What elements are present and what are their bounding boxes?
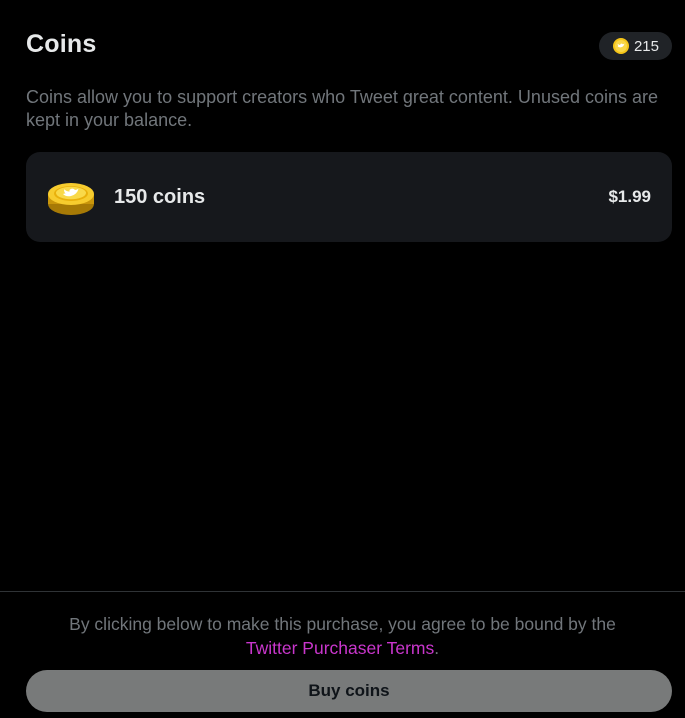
coin-stack-icon (46, 177, 96, 217)
terms-period: . (434, 638, 440, 658)
coin-package-150[interactable]: 150 coins $1.99 (26, 152, 672, 242)
coin-balance-badge: 215 (598, 32, 672, 60)
coins-modal: Coins 215 Coins allow you to support cre… (0, 0, 685, 718)
purchase-terms: By clicking below to make this purchase,… (0, 612, 685, 660)
coin-package-label: 150 coins (114, 185, 206, 208)
buy-coins-button[interactable]: Buy coins (26, 670, 672, 712)
purchase-footer: By clicking below to make this purchase,… (0, 591, 685, 718)
coin-package-price: $1.99 (608, 187, 651, 206)
terms-text: By clicking below to make this purchase,… (69, 614, 616, 634)
page-title: Coins (26, 30, 97, 58)
coins-description: Coins allow you to support creators who … (26, 87, 659, 130)
coin-icon (612, 38, 629, 54)
purchaser-terms-link[interactable]: Twitter Purchaser Terms (246, 638, 434, 658)
coin-balance-value: 215 (633, 37, 659, 55)
